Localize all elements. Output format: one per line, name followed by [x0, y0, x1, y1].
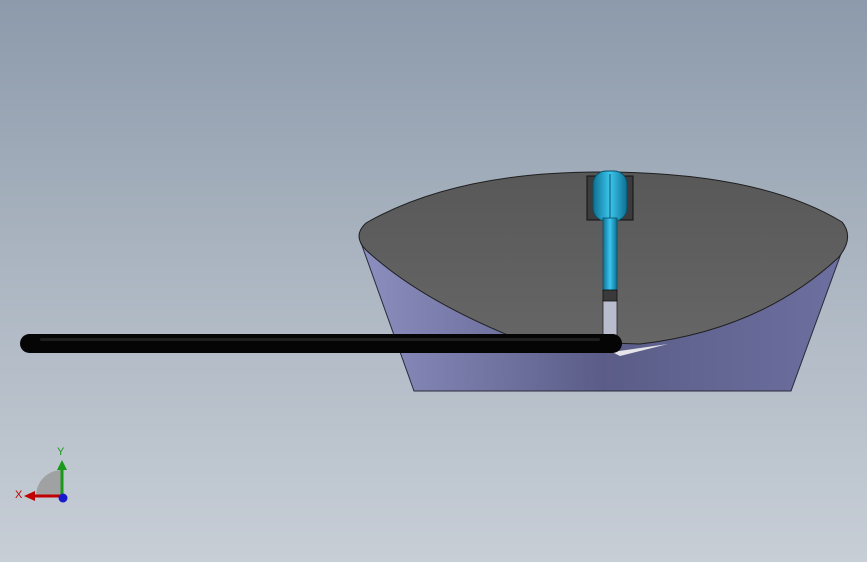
- z-axis-icon: [58, 493, 68, 503]
- model-view[interactable]: [0, 0, 867, 562]
- graphics-viewport[interactable]: Y X: [0, 0, 867, 562]
- triad-plane-icon: [36, 470, 62, 496]
- orientation-triad: Y X: [14, 442, 78, 508]
- stem-collar: [602, 289, 618, 302]
- rod[interactable]: [20, 334, 622, 353]
- y-axis-label: Y: [57, 446, 65, 458]
- knob-stem: [602, 217, 618, 293]
- x-axis-label: X: [15, 489, 23, 501]
